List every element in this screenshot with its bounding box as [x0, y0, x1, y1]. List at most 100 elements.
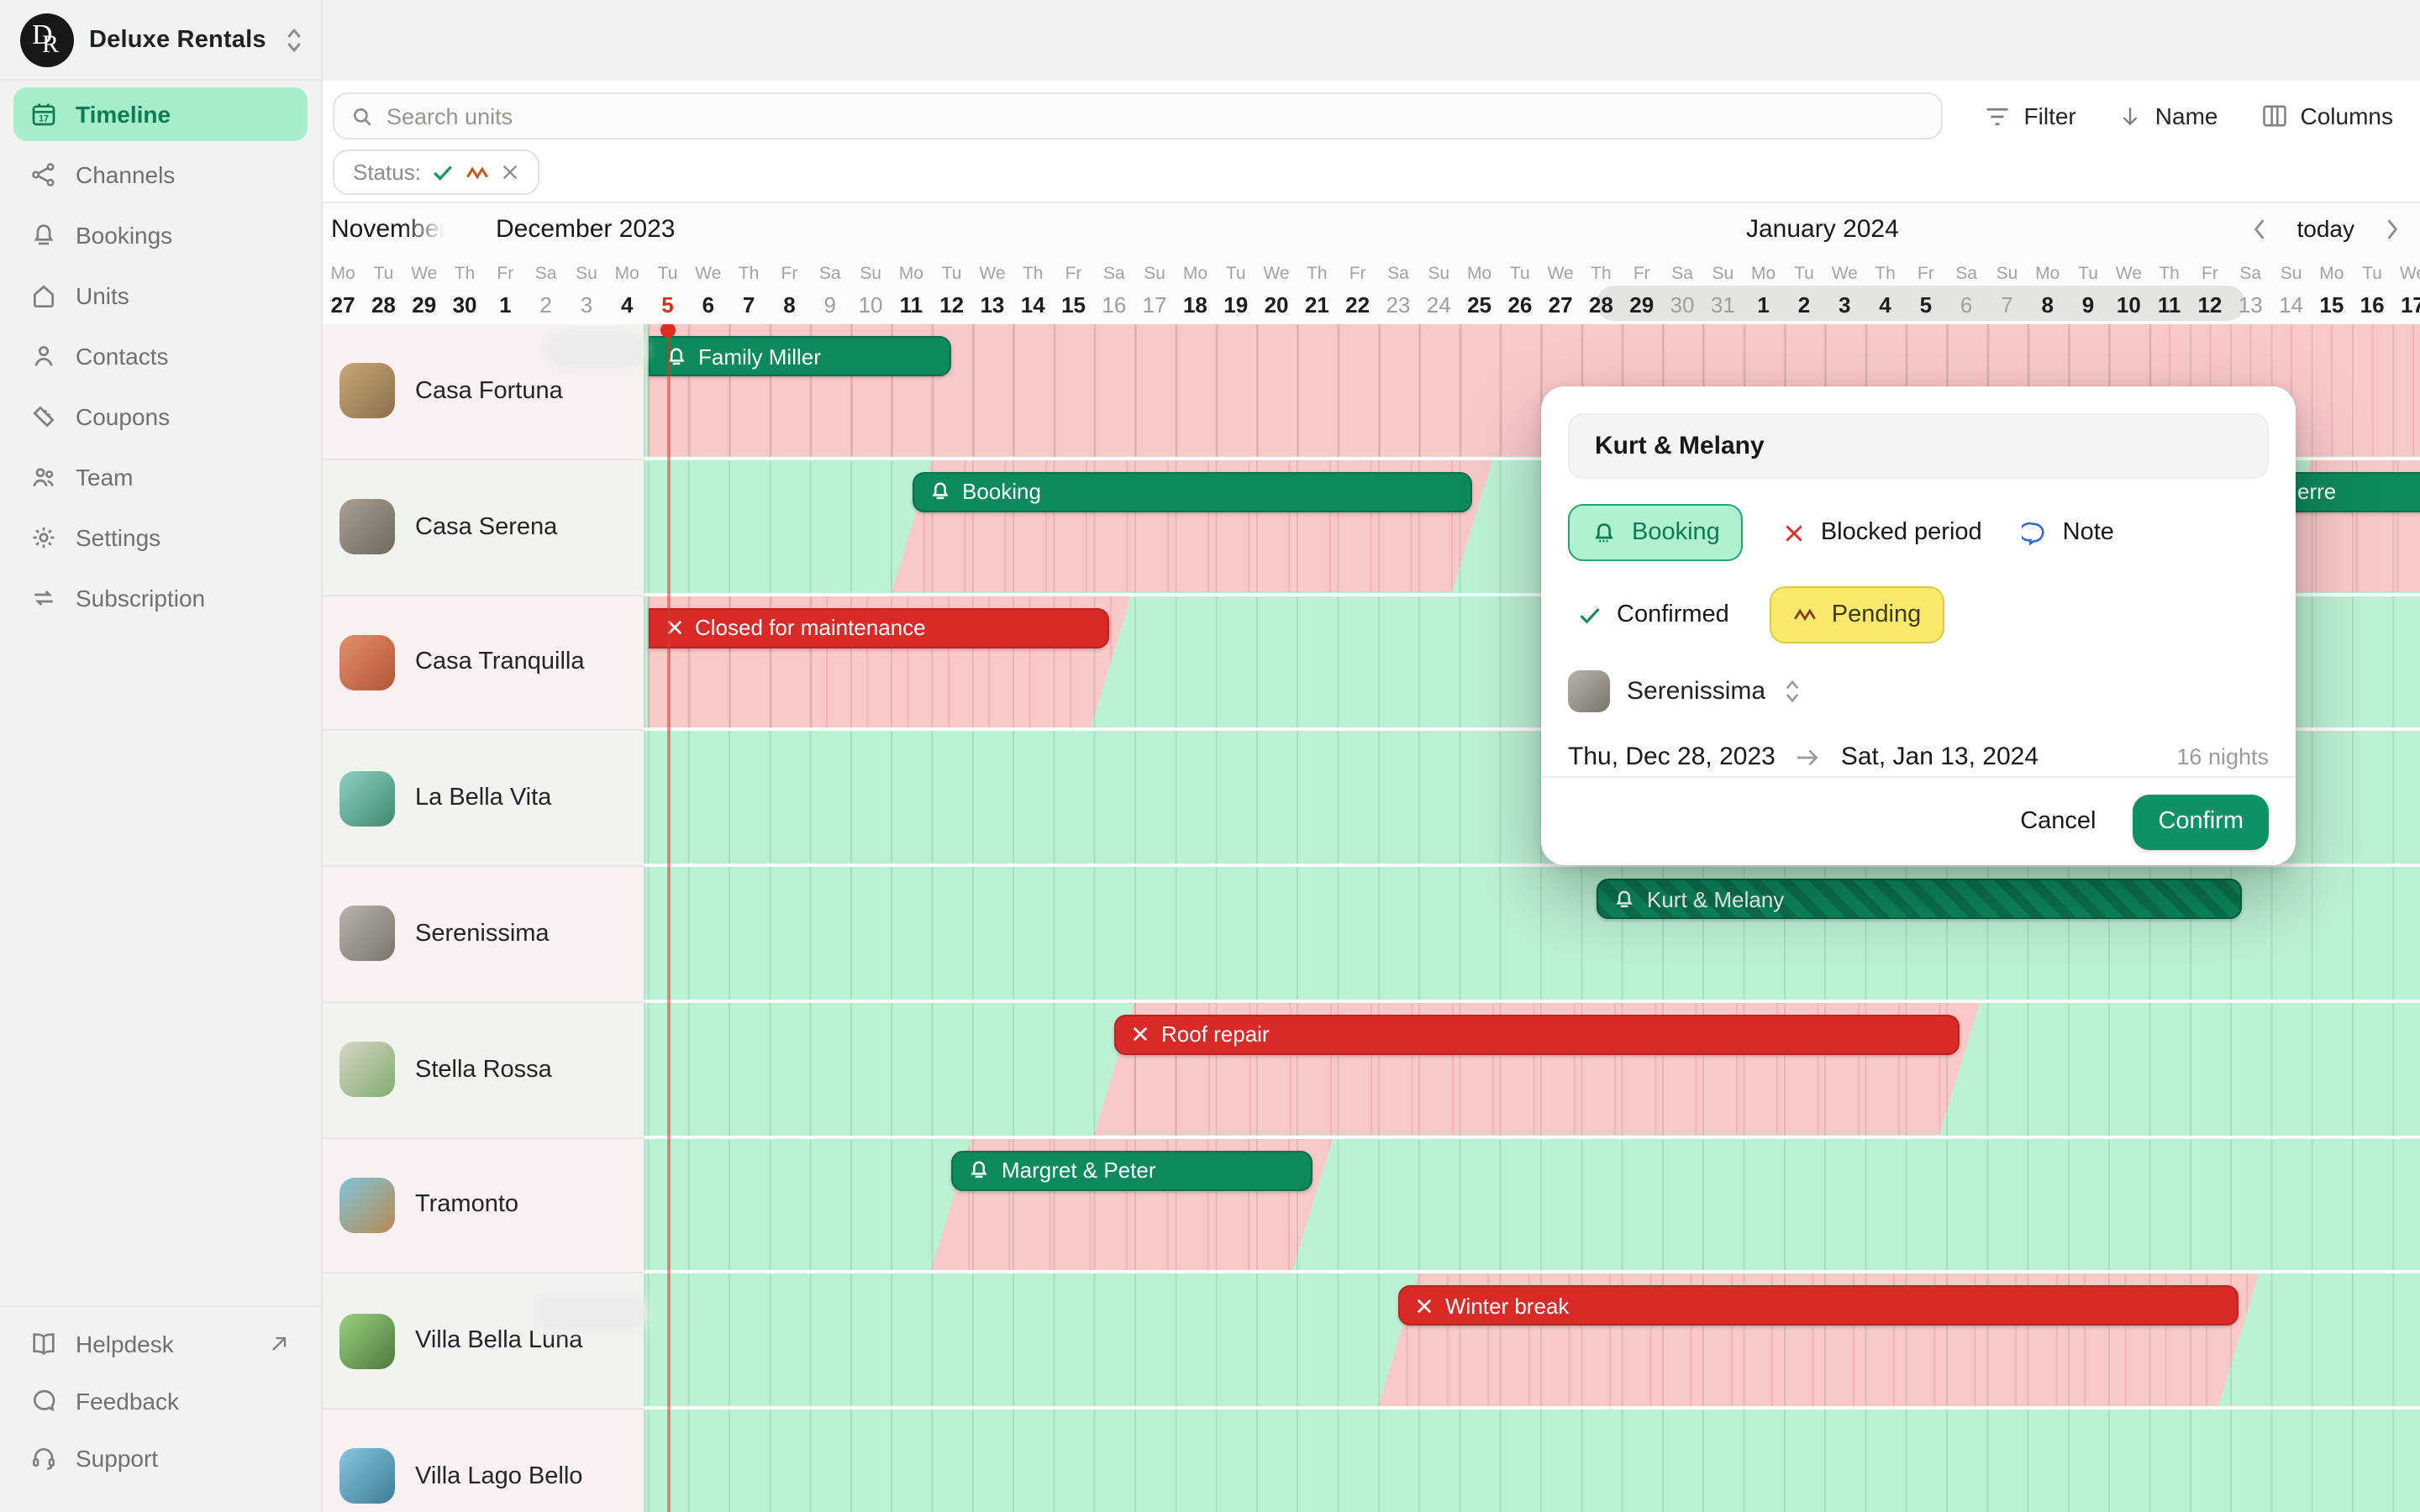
day-number[interactable]: 20: [1265, 292, 1289, 318]
sidebar-item-channels[interactable]: Channels: [13, 148, 308, 202]
day-number[interactable]: 17: [1143, 292, 1167, 318]
day-number[interactable]: 11: [900, 292, 923, 318]
type-blocked-option[interactable]: Blocked period: [1784, 519, 1982, 546]
day-number[interactable]: 14: [1021, 292, 1045, 318]
remove-filter-icon[interactable]: [502, 163, 520, 181]
unit-row-casa-serena[interactable]: Casa Serena: [323, 460, 644, 596]
day-number[interactable]: 7: [743, 292, 755, 318]
day-number[interactable]: 29: [412, 292, 436, 318]
next-period-icon[interactable]: [2385, 218, 2400, 239]
day-number[interactable]: 14: [2279, 292, 2303, 318]
end-date[interactable]: Sat, Jan 13, 2024: [1841, 743, 2039, 771]
day-number[interactable]: 8: [783, 292, 795, 318]
day-number[interactable]: 17: [2401, 292, 2420, 318]
sidebar-item-subscription[interactable]: Subscription: [13, 571, 308, 625]
day-number[interactable]: 13: [2238, 292, 2263, 318]
day-number[interactable]: 26: [1507, 292, 1532, 318]
sidebar-item-contacts[interactable]: Contacts: [13, 329, 308, 383]
day-number[interactable]: 5: [1920, 292, 1932, 318]
day-number[interactable]: 28: [1589, 292, 1613, 318]
sidebar-item-support[interactable]: Support: [13, 1431, 308, 1485]
day-number[interactable]: 9: [824, 292, 836, 318]
sidebar-item-settings[interactable]: Settings: [13, 511, 308, 564]
sidebar-item-helpdesk[interactable]: Helpdesk: [13, 1317, 308, 1371]
day-number[interactable]: 30: [1670, 292, 1695, 318]
day-number[interactable]: 2: [539, 292, 551, 318]
day-number[interactable]: 27: [1549, 292, 1573, 318]
columns-button[interactable]: Columns: [2262, 102, 2394, 129]
day-number[interactable]: 22: [1345, 292, 1370, 318]
status-filter-chip[interactable]: Status:: [333, 150, 540, 195]
status-pending-option[interactable]: Pending: [1770, 586, 1944, 643]
day-number[interactable]: 10: [2117, 292, 2141, 318]
start-date[interactable]: Thu, Dec 28, 2023: [1568, 743, 1776, 771]
day-number[interactable]: 6: [1960, 292, 1972, 318]
sidebar-item-units[interactable]: Units: [13, 269, 308, 323]
day-number[interactable]: 31: [1711, 292, 1735, 318]
day-number[interactable]: 15: [2319, 292, 2344, 318]
unit-row-villa-bella-luna[interactable]: Villa Bella Luna: [323, 1274, 644, 1410]
day-number[interactable]: 27: [331, 292, 355, 318]
day-number[interactable]: 7: [2001, 292, 2012, 318]
day-number[interactable]: 4: [1879, 292, 1891, 318]
day-number[interactable]: 16: [2360, 292, 2385, 318]
day-number[interactable]: 16: [1102, 292, 1126, 318]
booking-bar-family-miller[interactable]: Family Miller: [648, 336, 951, 376]
unit-row-la-bella-vita[interactable]: La Bella Vita: [323, 732, 644, 868]
day-number-today[interactable]: 5: [661, 292, 673, 318]
day-number[interactable]: 1: [499, 292, 511, 318]
status-confirmed-option[interactable]: Confirmed: [1568, 601, 1729, 628]
day-number[interactable]: 28: [371, 292, 396, 318]
day-number[interactable]: 12: [939, 292, 964, 318]
sidebar-item-feedback[interactable]: Feedback: [13, 1374, 308, 1428]
unit-selector[interactable]: Serenissima: [1568, 670, 2269, 712]
day-number[interactable]: 15: [1061, 292, 1086, 318]
cancel-button[interactable]: Cancel: [2020, 808, 2096, 835]
day-number[interactable]: 29: [1629, 292, 1654, 318]
blocked-bar-winter-break[interactable]: Winter break: [1398, 1286, 2238, 1326]
sidebar-item-bookings[interactable]: Bookings: [13, 208, 308, 262]
day-number[interactable]: 12: [2197, 292, 2222, 318]
day-number[interactable]: 3: [581, 292, 592, 318]
day-number[interactable]: 23: [1386, 292, 1410, 318]
day-number[interactable]: 24: [1427, 292, 1451, 318]
sidebar-item-team[interactable]: Team: [13, 450, 308, 504]
sort-button[interactable]: Name: [2120, 102, 2218, 129]
sidebar-item-timeline[interactable]: 17Timeline: [13, 87, 308, 141]
day-number[interactable]: 25: [1467, 292, 1491, 318]
today-button[interactable]: today: [2297, 215, 2355, 242]
day-number[interactable]: 2: [1798, 292, 1810, 318]
confirm-button[interactable]: Confirm: [2133, 794, 2269, 849]
day-number[interactable]: 18: [1183, 292, 1207, 318]
day-number[interactable]: 8: [2042, 292, 2054, 318]
prev-period-icon[interactable]: [2252, 218, 2267, 239]
sidebar-item-coupons[interactable]: Coupons: [13, 390, 308, 444]
day-number[interactable]: 6: [702, 292, 714, 318]
workspace-switcher[interactable]: DR Deluxe Rentals: [0, 0, 321, 81]
unit-row-casa-tranquilla[interactable]: Casa Tranquilla: [323, 596, 644, 732]
unit-row-villa-lago-bello[interactable]: Villa Lago Bello: [323, 1410, 644, 1512]
unit-row-serenissima[interactable]: Serenissima: [323, 867, 644, 1003]
filter-button[interactable]: Filter: [1986, 102, 2076, 129]
booking-bar-kurt-melany[interactable]: Kurt & Melany: [1597, 879, 2242, 919]
blocked-bar-closed-for-maintenance[interactable]: Closed for maintenance: [648, 607, 1109, 648]
day-number[interactable]: 21: [1305, 292, 1329, 318]
day-number[interactable]: 4: [621, 292, 633, 318]
blocked-bar-roof-repair[interactable]: Roof repair: [1114, 1015, 1960, 1055]
day-number[interactable]: 3: [1839, 292, 1850, 318]
day-number[interactable]: 9: [2082, 292, 2094, 318]
day-number[interactable]: 11: [2158, 292, 2181, 318]
unit-row-tramonto[interactable]: Tramonto: [323, 1138, 644, 1274]
day-number[interactable]: 1: [1757, 292, 1769, 318]
day-number[interactable]: 30: [453, 292, 477, 318]
day-number[interactable]: 13: [980, 292, 1004, 318]
unit-row-stella-rossa[interactable]: Stella Rossa: [323, 1003, 644, 1139]
type-booking-option[interactable]: Booking: [1568, 504, 1744, 561]
day-number[interactable]: 10: [859, 292, 883, 318]
search-input[interactable]: Search units: [333, 92, 1943, 139]
day-number[interactable]: 19: [1223, 292, 1248, 318]
booking-bar-booking[interactable]: Booking: [912, 472, 1472, 512]
booking-bar-margret-peter[interactable]: Margret & Peter: [951, 1150, 1313, 1190]
type-note-option[interactable]: Note: [2023, 519, 2114, 546]
guest-name-input[interactable]: Kurt & Melany: [1568, 413, 2269, 479]
